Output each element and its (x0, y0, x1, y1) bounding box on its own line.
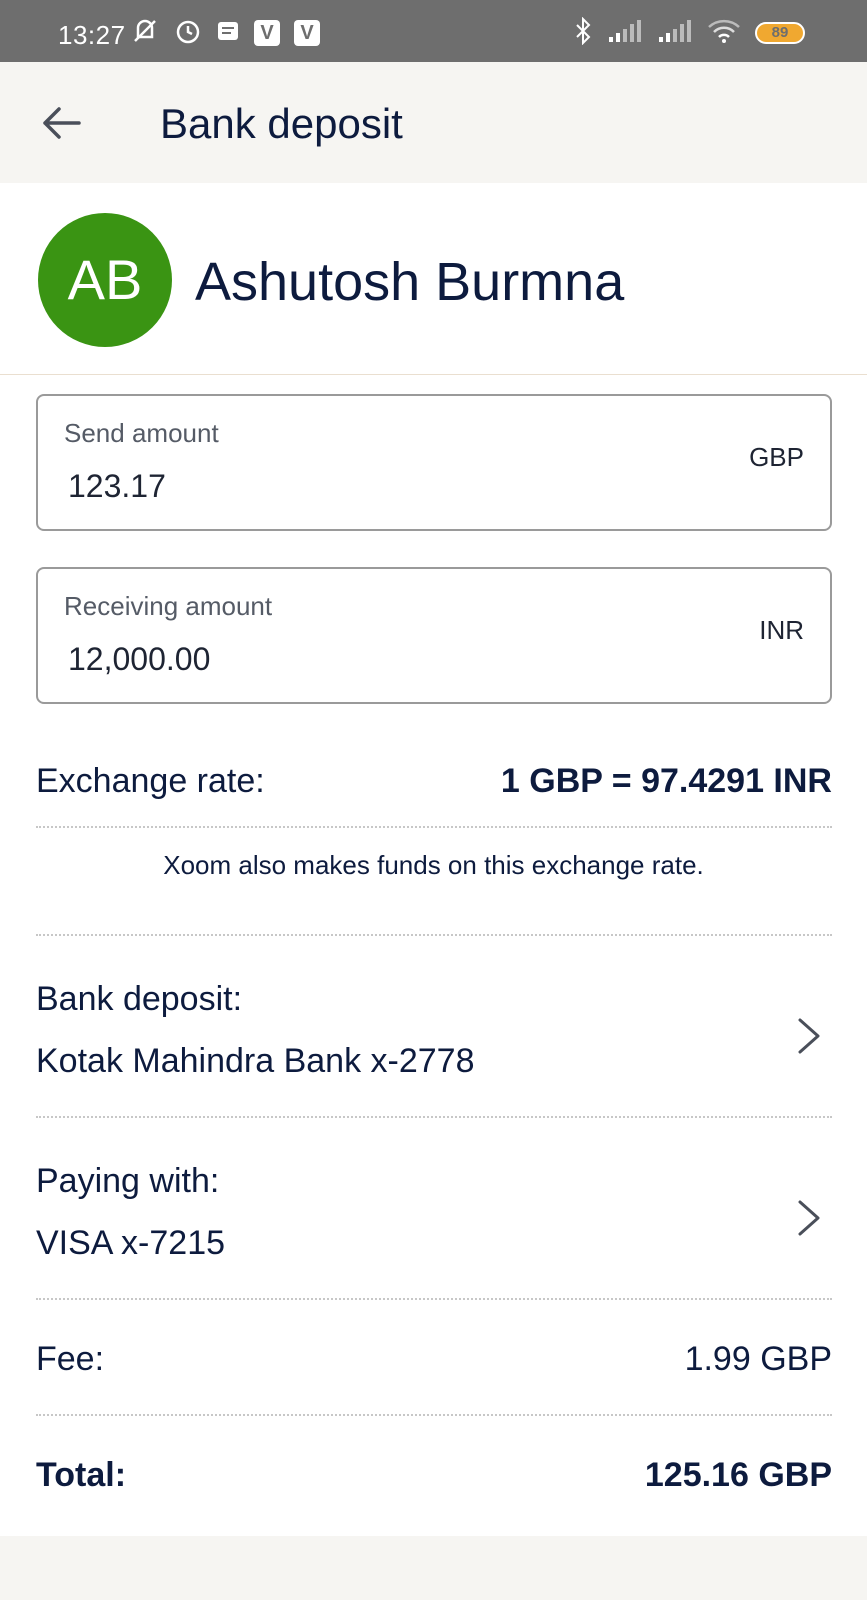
divider (36, 934, 832, 936)
exchange-rate-notice: Xoom also makes funds on this exchange r… (163, 850, 704, 880)
signal-icon (607, 19, 643, 48)
back-button[interactable] (38, 100, 84, 146)
total-label: Total: (36, 1456, 127, 1494)
footer-strip (0, 1536, 867, 1600)
avatar: AB (38, 213, 172, 347)
bank-deposit-row[interactable]: Bank deposit: Kotak Mahindra Bank x-2778 (36, 980, 832, 1130)
bank-deposit-value: Kotak Mahindra Bank x-2778 (36, 1042, 475, 1080)
app-v-icon: V (294, 20, 320, 46)
receiving-currency: INR (759, 615, 804, 645)
message-icon (216, 19, 240, 48)
page-title: Bank deposit (160, 100, 403, 147)
signal-icon (657, 19, 693, 48)
back-arrow-icon (43, 107, 81, 139)
send-currency: GBP (749, 442, 804, 472)
chevron-right-icon (796, 1016, 822, 1061)
divider (36, 1414, 832, 1416)
send-amount-label: Send amount (64, 418, 219, 448)
fee-value: 1.99 GBP (684, 1340, 832, 1378)
paying-with-row[interactable]: Paying with: VISA x-7215 (36, 1162, 832, 1312)
fee-row: Fee: 1.99 GBP (36, 1340, 832, 1384)
recipient-name: Ashutosh Burmna (195, 252, 625, 312)
chevron-right-icon (796, 1198, 822, 1243)
receiving-amount-value[interactable]: 12,000.00 (68, 641, 210, 678)
exchange-rate-row: Exchange rate: 1 GBP = 97.4291 INR (36, 762, 832, 806)
receiving-amount-field[interactable]: Receiving amount 12,000.00 INR (36, 567, 832, 704)
battery-icon: 89 (755, 22, 805, 44)
exchange-rate-label: Exchange rate: (36, 762, 265, 800)
fee-label: Fee: (36, 1340, 105, 1378)
bluetooth-icon (573, 16, 593, 50)
app-v-icon: V (254, 20, 280, 46)
divider (36, 1298, 832, 1300)
status-left-icons: V V (130, 18, 320, 48)
status-bar: 13:27 V V 89 (0, 0, 867, 62)
alarm-icon (174, 17, 202, 50)
paying-with-label: Paying with: (36, 1162, 220, 1200)
total-row: Total: 125.16 GBP (36, 1456, 832, 1500)
recipient-section: AB Ashutosh Burmna (0, 183, 867, 375)
mute-icon (130, 17, 160, 50)
send-amount-field[interactable]: Send amount 123.17 GBP (36, 394, 832, 531)
divider (36, 1116, 832, 1118)
status-time: 13:27 (58, 20, 126, 50)
send-amount-value[interactable]: 123.17 (68, 468, 166, 505)
status-right-icons: 89 (573, 16, 805, 50)
bank-deposit-label: Bank deposit: (36, 980, 243, 1018)
app-header: Bank deposit (0, 62, 867, 183)
exchange-rate-value: 1 GBP = 97.4291 INR (500, 762, 832, 800)
paying-with-value: VISA x-7215 (36, 1224, 226, 1262)
wifi-icon (707, 18, 741, 49)
total-value: 125.16 GBP (644, 1456, 832, 1494)
divider (36, 826, 832, 828)
receiving-amount-label: Receiving amount (64, 591, 273, 621)
